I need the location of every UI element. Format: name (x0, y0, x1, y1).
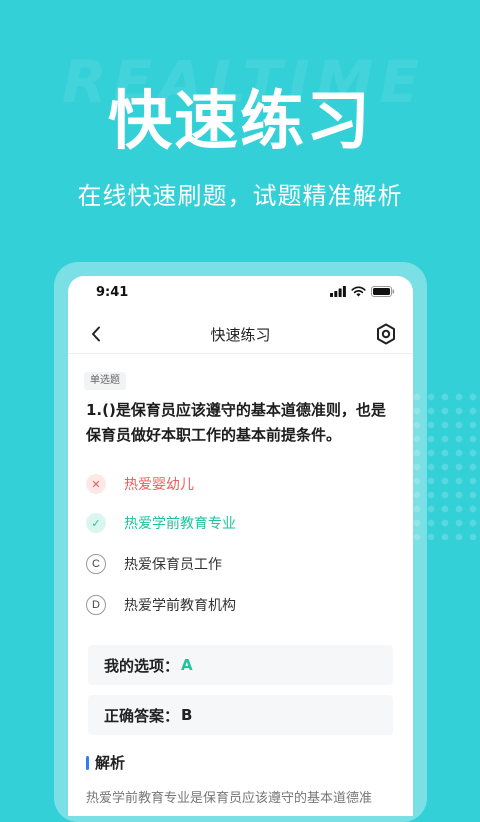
analysis-label: 解析 (95, 754, 126, 772)
nav-bar: 快速练习 (68, 316, 413, 352)
hero-title: 快速练习 (108, 85, 372, 159)
my-choice-value: A (181, 656, 193, 674)
check-mark-icon: ✓ (86, 513, 106, 533)
my-choice-label: 我的选项： (104, 656, 180, 675)
option-d-text: 热爱学前教育机构 (124, 598, 236, 614)
analysis-accent-bar (86, 755, 89, 770)
battery-icon (371, 286, 395, 297)
option-d[interactable]: D 热爱学前教育机构 (86, 591, 386, 619)
question-type-badge: 单选题 (84, 372, 126, 390)
status-bar: 9:41 (68, 276, 413, 310)
hexagon-settings-icon (377, 323, 395, 345)
option-c-letter: C (86, 554, 106, 574)
status-icons (330, 286, 395, 297)
option-c-text: 热爱保育员工作 (124, 557, 222, 573)
nav-title: 快速练习 (210, 326, 271, 344)
hero-subtitle: 在线快速刷题，试题精准解析 (77, 182, 403, 210)
settings-button[interactable] (373, 320, 399, 348)
my-choice-box: 我的选项： A (88, 645, 393, 685)
signal-icon (330, 286, 346, 297)
option-d-letter: D (86, 595, 106, 615)
correct-answer-value: B (181, 706, 193, 724)
option-c[interactable]: C 热爱保育员工作 (86, 550, 386, 578)
correct-answer-label: 正确答案： (104, 706, 180, 725)
status-time: 9:41 (96, 285, 129, 300)
phone-screen: 9:41 快速练习 单选题 1.()是保育员应该遵守的基本道德准则，也是保育员做… (68, 276, 413, 816)
nav-divider (68, 353, 413, 354)
option-b-text: 热爱学前教育专业 (124, 516, 236, 532)
wrong-mark-icon: ✕ (86, 474, 106, 494)
wifi-icon (351, 286, 366, 297)
option-a-text: 热爱婴幼儿 (124, 477, 194, 493)
question-text: 1.()是保育员应该遵守的基本道德准则，也是保育员做好本职工作的基本前提条件。 (86, 401, 386, 444)
analysis-text: 热爱学前教育专业是保育员应该遵守的基本道德准 (86, 791, 373, 806)
analysis-heading: 解析 (86, 752, 125, 773)
option-a[interactable]: ✕ 热爱婴幼儿 (86, 470, 386, 498)
correct-answer-box: 正确答案： B (88, 695, 393, 735)
option-b[interactable]: ✓ 热爱学前教育专业 (86, 509, 386, 537)
